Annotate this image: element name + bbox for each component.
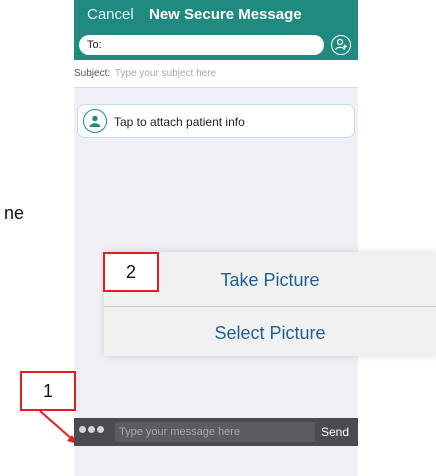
send-button[interactable]: Send [321,425,349,439]
more-dots-icon[interactable] [79,426,104,433]
message-input[interactable]: Type your message here [115,422,315,442]
annotation-arrow [39,410,78,444]
compose-bar: Type your message here Send [74,418,358,446]
